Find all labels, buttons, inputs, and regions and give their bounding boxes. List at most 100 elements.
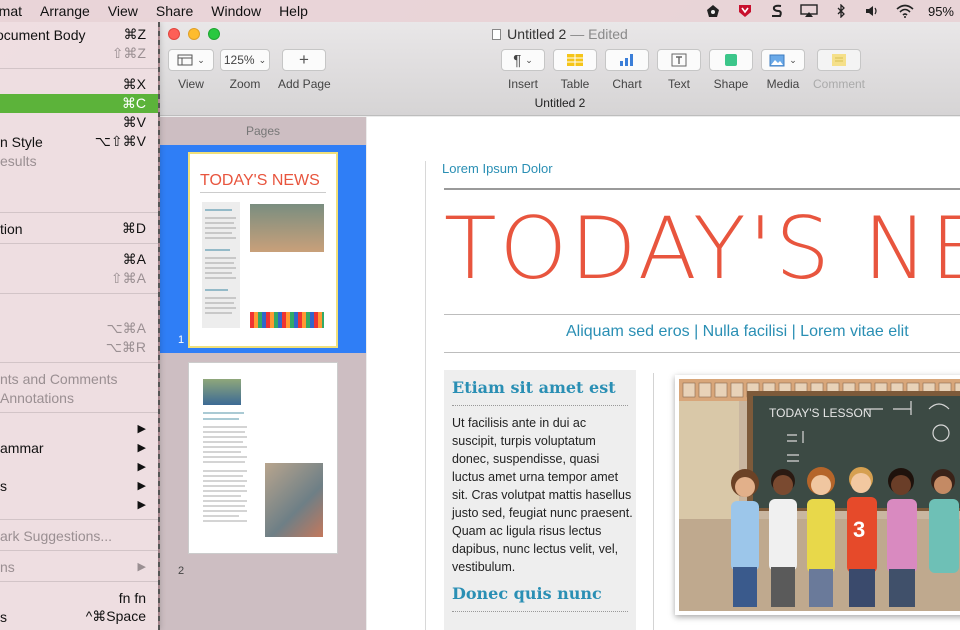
menu-separator bbox=[0, 412, 158, 413]
bluetooth-icon[interactable] bbox=[832, 4, 850, 18]
insert-button[interactable]: ¶ ⌄ bbox=[501, 49, 545, 71]
sidebar-textbox[interactable]: Etiam sit amet est Ut facilisis ante in … bbox=[444, 370, 636, 630]
jersey-number: 3 bbox=[853, 517, 865, 542]
text-tool[interactable]: Text bbox=[657, 49, 701, 91]
page-thumbnail-2[interactable] bbox=[188, 362, 338, 554]
chevron-down-icon: ⌄ bbox=[258, 54, 267, 65]
shape-button[interactable] bbox=[709, 49, 753, 71]
menu-item-deselect-all[interactable]: ⇧⌘A bbox=[0, 269, 158, 288]
headline-rule bbox=[444, 314, 960, 315]
menu-item-emoji-symbols[interactable]: s ^⌘Space bbox=[0, 607, 158, 626]
menu-item-duplicate[interactable]: tion ⌘D bbox=[0, 219, 158, 238]
zoom-select[interactable]: 125% ⌄ bbox=[220, 49, 270, 71]
table-tool[interactable]: Table bbox=[553, 49, 597, 91]
edited-label: — Edited bbox=[570, 26, 628, 42]
view-tool[interactable]: ⌄ View bbox=[168, 49, 214, 91]
mcafee-icon[interactable] bbox=[736, 4, 754, 18]
menu-item-annotations[interactable]: Annotations bbox=[0, 388, 158, 407]
shape-label: Shape bbox=[713, 77, 749, 91]
comment-tool[interactable]: Comment bbox=[813, 49, 865, 91]
title-bar: Untitled 2 — Edited ⌄ View 125% ⌄ Zoom + … bbox=[160, 22, 960, 116]
menu-item-speech[interactable]: ▶ bbox=[0, 495, 158, 514]
media-tool[interactable]: ⌄ Media bbox=[761, 49, 805, 91]
view-icon bbox=[177, 54, 193, 66]
menu-item-spelling-grammar[interactable]: ammar ▶ bbox=[0, 438, 158, 457]
menu-item-find[interactable]: ▶ bbox=[0, 419, 158, 438]
text-button[interactable] bbox=[657, 49, 701, 71]
volume-icon[interactable] bbox=[864, 4, 882, 18]
menu-item-reject[interactable]: ⌥⌘R bbox=[0, 338, 158, 357]
paragraph-icon: ¶ bbox=[513, 51, 522, 69]
insert-tool[interactable]: ¶ ⌄ Insert bbox=[501, 49, 545, 91]
chart-button[interactable] bbox=[605, 49, 649, 71]
box-heading: Etiam sit amet est bbox=[452, 378, 616, 397]
menubar-view[interactable]: View bbox=[99, 3, 147, 19]
menu-item-undo[interactable]: ocument Body ⌘Z bbox=[0, 25, 158, 44]
menubar-share[interactable]: Share bbox=[147, 3, 202, 19]
menu-separator bbox=[0, 68, 158, 69]
menu-separator bbox=[0, 581, 158, 582]
menu-item-paste-match-style[interactable]: n Style ⌥⇧⌘V bbox=[0, 132, 158, 151]
menubar-help[interactable]: Help bbox=[270, 3, 317, 19]
menu-item-paste-results[interactable]: esults bbox=[0, 151, 158, 170]
document-name: Untitled 2 bbox=[534, 96, 586, 110]
menu-item-substitutions[interactable]: ▶ bbox=[0, 457, 158, 476]
menu-item-transformations[interactable]: s ▶ bbox=[0, 476, 158, 495]
chalk-text: TODAY'S LESSON bbox=[769, 406, 872, 420]
chart-tool[interactable]: Chart bbox=[605, 49, 649, 91]
classroom-photo[interactable]: TODAY'S LESSON 3 bbox=[675, 375, 960, 615]
menubar-arrange[interactable]: Arrange bbox=[31, 3, 99, 19]
menubar-window[interactable]: Window bbox=[202, 3, 270, 19]
menu-separator bbox=[0, 243, 158, 244]
chart-icon bbox=[620, 54, 633, 66]
zoom-tool[interactable]: 125% ⌄ Zoom bbox=[220, 49, 270, 91]
airplay-icon[interactable] bbox=[800, 4, 818, 18]
sync-icon[interactable] bbox=[768, 4, 786, 18]
menu-item-mark-suggestions[interactable]: ark Suggestions... bbox=[0, 526, 158, 545]
media-icon bbox=[769, 54, 785, 66]
zoom-label: Zoom bbox=[229, 77, 261, 91]
media-label: Media bbox=[766, 77, 800, 91]
menu-item-paste[interactable]: ⌘V bbox=[0, 113, 158, 132]
add-page-button[interactable]: + bbox=[282, 49, 326, 71]
menu-item-select-all[interactable]: ⌘A bbox=[0, 250, 158, 269]
dotted-rule bbox=[452, 611, 628, 612]
media-button[interactable]: ⌄ bbox=[761, 49, 805, 71]
wifi-icon[interactable] bbox=[896, 4, 914, 18]
menu-separator bbox=[0, 212, 158, 213]
table-button[interactable] bbox=[553, 49, 597, 71]
menubar-format[interactable]: rmat bbox=[0, 3, 31, 19]
subhead-rule bbox=[444, 352, 960, 353]
column-divider bbox=[653, 373, 654, 630]
shape-icon bbox=[725, 54, 737, 66]
menu-item-accept[interactable]: ⌥⌘A bbox=[0, 319, 158, 338]
chart-label: Chart bbox=[612, 77, 642, 91]
view-label: View bbox=[178, 77, 204, 91]
page-thumbnail-1[interactable]: TODAY'S NEWS bbox=[188, 152, 338, 348]
thumb-photo-pencils bbox=[250, 312, 324, 328]
menu-item-redo[interactable]: ⇧⌘Z bbox=[0, 44, 158, 63]
shape-tool[interactable]: Shape bbox=[709, 49, 753, 91]
comment-label: Comment bbox=[813, 77, 866, 91]
alfred-icon[interactable] bbox=[704, 4, 722, 18]
thumb-photo-kids bbox=[250, 204, 324, 252]
battery-percent[interactable]: 95% bbox=[928, 4, 954, 19]
comment-button[interactable] bbox=[817, 49, 861, 71]
add-page-tool[interactable]: + Add Page bbox=[278, 49, 331, 91]
view-button[interactable]: ⌄ bbox=[168, 49, 214, 71]
menu-item-autofill[interactable]: ns ▶ bbox=[0, 557, 158, 576]
doc-top-label[interactable]: Lorem Ipsum Dolor bbox=[442, 161, 553, 176]
menu-item-cut[interactable]: ⌘X bbox=[0, 75, 158, 94]
menu-item-dictation[interactable]: fn fn bbox=[0, 588, 158, 607]
headline[interactable]: TODAY'S NEV bbox=[444, 199, 960, 299]
subhead[interactable]: Aliquam sed eros | Nulla facilisi | Lore… bbox=[566, 323, 909, 341]
menu-item-remove-highlights[interactable]: nts and Comments bbox=[0, 369, 158, 388]
add-page-label: Add Page bbox=[278, 77, 331, 91]
text-label: Text bbox=[667, 77, 690, 91]
menu-bar: rmat Arrange View Share Window Help 95% bbox=[0, 0, 960, 22]
table-icon bbox=[567, 54, 583, 66]
window-title: Untitled 2 — Edited bbox=[160, 26, 960, 42]
document-canvas[interactable]: Lorem Ipsum Dolor TODAY'S NEV Aliquam se… bbox=[367, 117, 960, 630]
menu-item-copy[interactable]: ⌘C bbox=[0, 94, 158, 113]
page-number-2: 2 bbox=[178, 565, 185, 577]
